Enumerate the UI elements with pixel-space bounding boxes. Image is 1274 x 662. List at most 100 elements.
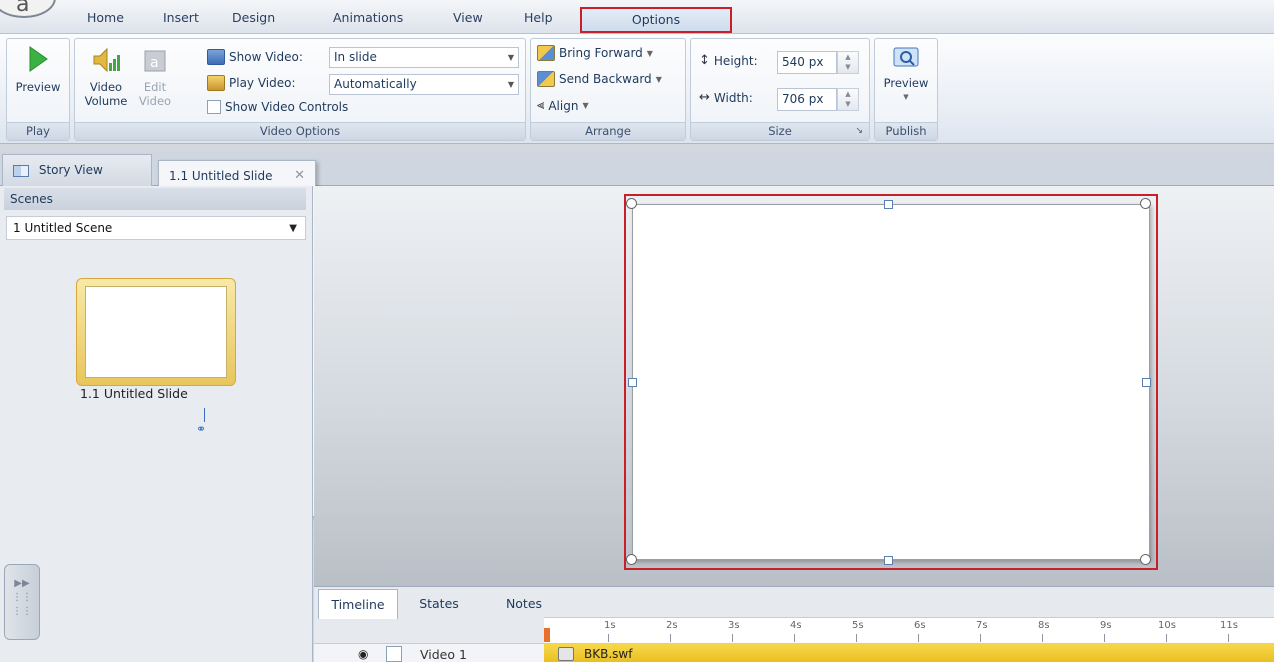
group-publish: Preview ▼ Publish — [874, 38, 938, 141]
group-label-video-options: Video Options — [75, 122, 525, 140]
tab-notes[interactable]: Notes — [482, 589, 566, 619]
tab-story-view[interactable]: Story View — [2, 154, 152, 186]
scenes-header: Scenes — [4, 188, 306, 210]
edit-video-label: Edit Video — [138, 80, 172, 108]
group-play: Preview Play — [6, 38, 70, 141]
track-name: Video 1 — [420, 647, 467, 662]
show-video-label: Show Video: — [229, 50, 303, 64]
ruler-label-3s: 3s — [728, 620, 740, 631]
send-backward-button[interactable]: Send Backward ▼ — [537, 71, 662, 87]
slide-canvas[interactable] — [314, 186, 1274, 586]
timeline-track-row[interactable]: ◉ Video 1 BKB.swf — [314, 643, 1274, 662]
expand-panel-handle[interactable]: ▶▶ ⋮⋮ ⋮⋮ — [4, 564, 40, 640]
play-video-icon — [207, 75, 225, 91]
ruler-label-5s: 5s — [852, 620, 864, 631]
scene-dropdown[interactable]: 1 Untitled Scene ▼ — [6, 216, 306, 240]
height-spinner[interactable]: ▲ ▼ — [837, 51, 859, 74]
edit-video-button[interactable]: a Edit Video — [137, 45, 173, 108]
show-video-controls-checkbox[interactable]: Show Video Controls — [207, 100, 348, 114]
width-row: ↔ Width: — [699, 90, 753, 105]
dialog-launcher-icon[interactable]: ↘ — [855, 123, 863, 140]
ruler-tick — [1166, 634, 1167, 642]
play-icon — [29, 46, 48, 72]
tab-states[interactable]: States — [402, 589, 476, 619]
tab-help[interactable]: Help — [524, 10, 553, 25]
timeline-panel: Timeline States Notes 1s 2s 3s 4s 5s 6s … — [314, 586, 1274, 662]
track-clip[interactable]: BKB.swf — [544, 644, 1274, 662]
tab-home[interactable]: Home — [87, 10, 124, 25]
align-icon: ⫷ — [537, 98, 545, 113]
chevron-down-icon: ▼ — [507, 80, 514, 89]
size-group-text: Size — [768, 124, 792, 138]
resize-handle-right[interactable] — [1142, 378, 1151, 387]
tab-design[interactable]: Design — [232, 10, 275, 25]
resize-handle-bottom-right[interactable] — [1140, 554, 1151, 565]
resize-handle-top-right[interactable] — [1140, 198, 1151, 209]
tab-timeline[interactable]: Timeline — [318, 589, 398, 619]
resize-handle-left[interactable] — [628, 378, 637, 387]
ruler-label-11s: 11s — [1220, 620, 1238, 631]
video-volume-button[interactable]: Video Volume — [81, 45, 131, 108]
svg-text:a: a — [150, 55, 159, 71]
expand-handle-icon: ▶▶ ⋮⋮ ⋮⋮ — [12, 578, 32, 617]
ruler-label-9s: 9s — [1100, 620, 1112, 631]
group-label-size: Size ↘ — [691, 122, 869, 140]
video-object[interactable] — [632, 204, 1150, 560]
ruler-label-10s: 10s — [1158, 620, 1176, 631]
width-input[interactable]: 706 px — [777, 88, 837, 111]
scene-dropdown-value: 1 Untitled Scene — [13, 221, 113, 235]
height-input[interactable]: 540 px — [777, 51, 837, 74]
timeline-ruler[interactable]: 1s 2s 3s 4s 5s 6s 7s 8s 9s 10s 11s — [544, 617, 1274, 643]
link-icon[interactable]: ⚭ — [196, 422, 206, 436]
group-video-options: Video Volume a Edit Video Show Video: In… — [74, 38, 526, 141]
height-label: Height: — [713, 53, 758, 68]
preview-button[interactable]: Preview — [7, 45, 69, 94]
story-view-label: Story View — [38, 163, 103, 177]
align-label: Align — [548, 98, 579, 113]
app-logo[interactable]: a — [0, 0, 56, 18]
slide-thumbnail[interactable] — [76, 278, 236, 386]
document-tab-bar: Story View 1.1 Untitled Slide ✕ — [0, 152, 1274, 516]
selection-highlight — [624, 194, 1158, 570]
align-button[interactable]: ⫷ Align ▼ — [537, 98, 589, 113]
story-view-icon — [13, 164, 29, 177]
resize-handle-top-left[interactable] — [626, 198, 637, 209]
tab-options[interactable]: Options — [580, 7, 732, 33]
video-volume-label: Video Volume — [84, 80, 128, 108]
resize-handle-bottom-left[interactable] — [626, 554, 637, 565]
ruler-tick — [670, 634, 671, 642]
publish-preview-button[interactable]: Preview ▼ — [875, 45, 937, 104]
group-size: ↕ Height: 540 px ▲ ▼ ↔ Width: 706 px ▲ ▼ S… — [690, 38, 870, 141]
slide-thumbnail-preview — [85, 286, 227, 378]
ruler-tick — [1104, 634, 1105, 642]
group-label-publish: Publish — [875, 122, 937, 140]
publish-preview-icon — [893, 47, 919, 67]
playhead-icon[interactable] — [544, 628, 550, 642]
ruler-tick — [1042, 634, 1043, 642]
show-video-row: Show Video: — [207, 49, 303, 65]
ruler-tick — [732, 634, 733, 642]
width-spinner[interactable]: ▲ ▼ — [837, 88, 859, 111]
checkbox-box[interactable] — [207, 100, 221, 114]
group-label-play: Play — [7, 122, 69, 140]
send-backward-icon — [537, 71, 555, 87]
tab-view[interactable]: View — [453, 10, 483, 25]
tab-animations[interactable]: Animations — [333, 10, 403, 25]
ruler-label-7s: 7s — [976, 620, 988, 631]
resize-handle-top[interactable] — [884, 200, 893, 209]
show-video-dropdown[interactable]: In slide ▼ — [329, 47, 519, 68]
play-video-dropdown[interactable]: Automatically ▼ — [329, 74, 519, 95]
send-backward-label: Send Backward — [559, 72, 652, 86]
show-video-value: In slide — [334, 50, 377, 64]
bring-forward-button[interactable]: Bring Forward ▼ — [537, 45, 653, 61]
ruler-tick — [1228, 634, 1229, 642]
clip-file-icon — [558, 647, 574, 661]
chevron-down-icon: ▼ — [289, 223, 297, 234]
resize-handle-bottom[interactable] — [884, 556, 893, 565]
eye-icon[interactable]: ◉ — [358, 647, 368, 661]
lock-toggle[interactable] — [386, 646, 402, 662]
height-row: ↕ Height: — [699, 53, 758, 68]
tab-insert[interactable]: Insert — [163, 10, 199, 25]
speaker-icon — [93, 47, 120, 73]
ruler-label-4s: 4s — [790, 620, 802, 631]
